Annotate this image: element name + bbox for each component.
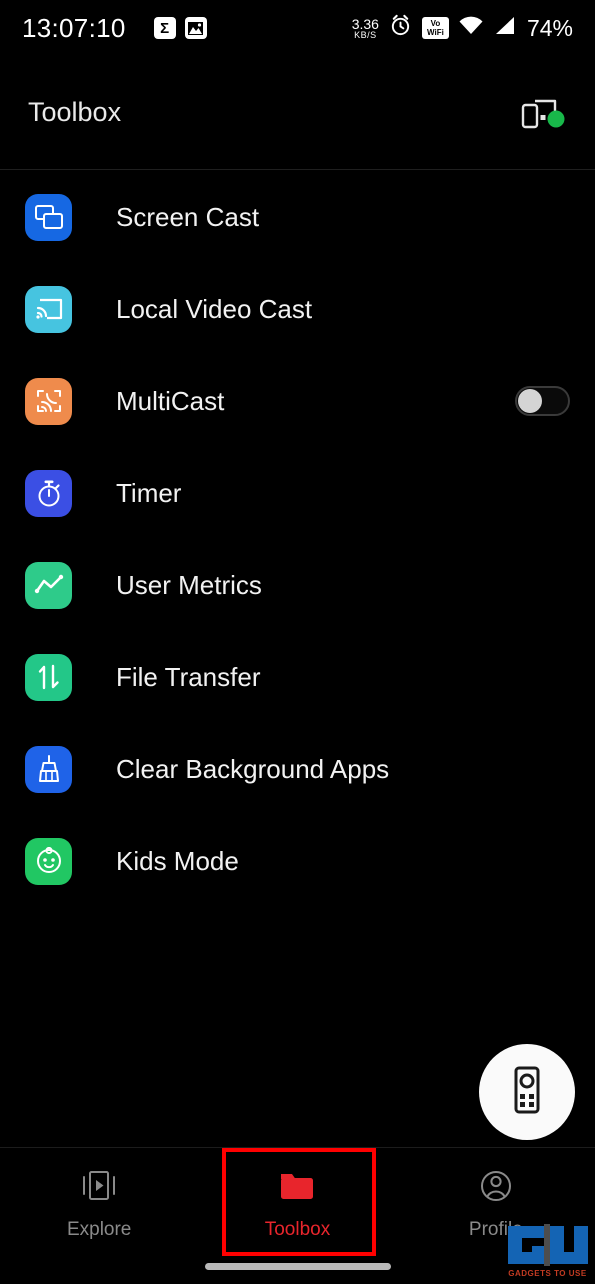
watermark-logo-icon: [507, 1224, 588, 1266]
image-icon: [184, 17, 207, 39]
status-bar-clock: 13:07:10: [22, 12, 126, 43]
wifi-icon: [459, 16, 483, 40]
list-item-timer[interactable]: Timer: [0, 447, 595, 539]
multicast-toggle[interactable]: [515, 386, 570, 416]
volte-wifi-icon: Vo WiFi: [421, 17, 449, 39]
list-item-screen-cast[interactable]: Screen Cast: [0, 171, 595, 263]
list-item-clear-background-apps[interactable]: Clear Background Apps: [0, 723, 595, 815]
list-item-label: File Transfer: [116, 661, 261, 692]
list-item-file-transfer[interactable]: File Transfer: [0, 631, 595, 723]
nav-item-label: Explore: [66, 1219, 132, 1240]
line-chart-icon: [25, 561, 72, 609]
list-item-kids-mode[interactable]: Kids Mode: [0, 815, 595, 907]
status-bar-right-icons: 3.36 KB/S Vo WiFi 74%: [352, 14, 573, 42]
list-item-label: Clear Background Apps: [116, 753, 390, 784]
cellular-signal-icon: [493, 16, 515, 40]
cast-device-icon[interactable]: [521, 93, 567, 133]
gesture-home-bar[interactable]: [204, 1263, 391, 1270]
list-item-user-metrics[interactable]: User Metrics: [0, 539, 595, 631]
transfer-arrows-icon: [25, 653, 72, 701]
network-speed-unit: KB/S: [354, 29, 377, 40]
volte-line2: WiFi: [427, 28, 444, 37]
alarm-clock-icon: [389, 14, 412, 42]
video-explore-icon: [79, 1168, 119, 1209]
toggle-knob: [518, 389, 542, 413]
nav-item-label: Toolbox: [264, 1219, 331, 1240]
page-title: Toolbox: [28, 97, 122, 127]
person-circle-icon: [476, 1168, 516, 1209]
volte-line1: Vo: [430, 19, 441, 28]
list-item-label: Local Video Cast: [116, 293, 313, 324]
sigma-icon: Σ: [153, 17, 176, 39]
nav-item-explore[interactable]: Explore: [0, 1148, 198, 1241]
list-item-label: User Metrics: [116, 569, 262, 600]
remote-control-icon: [509, 1065, 545, 1120]
watermark-text: GADGETS TO USE: [508, 1269, 587, 1278]
phone-screen: 13:07:10 Σ 3.36 KB/S Vo WiFi 74% Toolbox…: [0, 0, 595, 1284]
network-speed-value: 3.36: [351, 15, 379, 32]
list-item-multicast[interactable]: MultiCast: [0, 355, 595, 447]
baby-face-icon: [25, 837, 72, 885]
watermark: GADGETS TO USE: [500, 1216, 595, 1278]
toolbox-list: Screen Cast Local Video Cast MultiCast T…: [0, 171, 595, 907]
folder-icon: [277, 1168, 317, 1209]
local-video-cast-icon: [25, 285, 72, 333]
list-item-label: Kids Mode: [116, 845, 239, 876]
battery-percentage: 74%: [526, 14, 573, 41]
status-bar: 13:07:10 Σ 3.36 KB/S Vo WiFi 74%: [0, 0, 595, 56]
list-item-label: Timer: [116, 477, 182, 508]
list-item-local-video-cast[interactable]: Local Video Cast: [0, 263, 595, 355]
remote-control-fab[interactable]: [479, 1044, 575, 1140]
status-bar-notification-icons: Σ: [153, 17, 207, 39]
screen-cast-icon: [25, 193, 72, 241]
nav-item-toolbox[interactable]: Toolbox: [198, 1148, 396, 1241]
page-header: Toolbox: [0, 56, 595, 170]
list-item-label: MultiCast: [116, 385, 225, 416]
stopwatch-icon: [25, 469, 72, 517]
list-item-label: Screen Cast: [116, 201, 260, 232]
broom-icon: [25, 745, 72, 793]
multicast-icon: [25, 377, 72, 425]
network-speed-indicator: 3.36 KB/S: [352, 17, 379, 40]
